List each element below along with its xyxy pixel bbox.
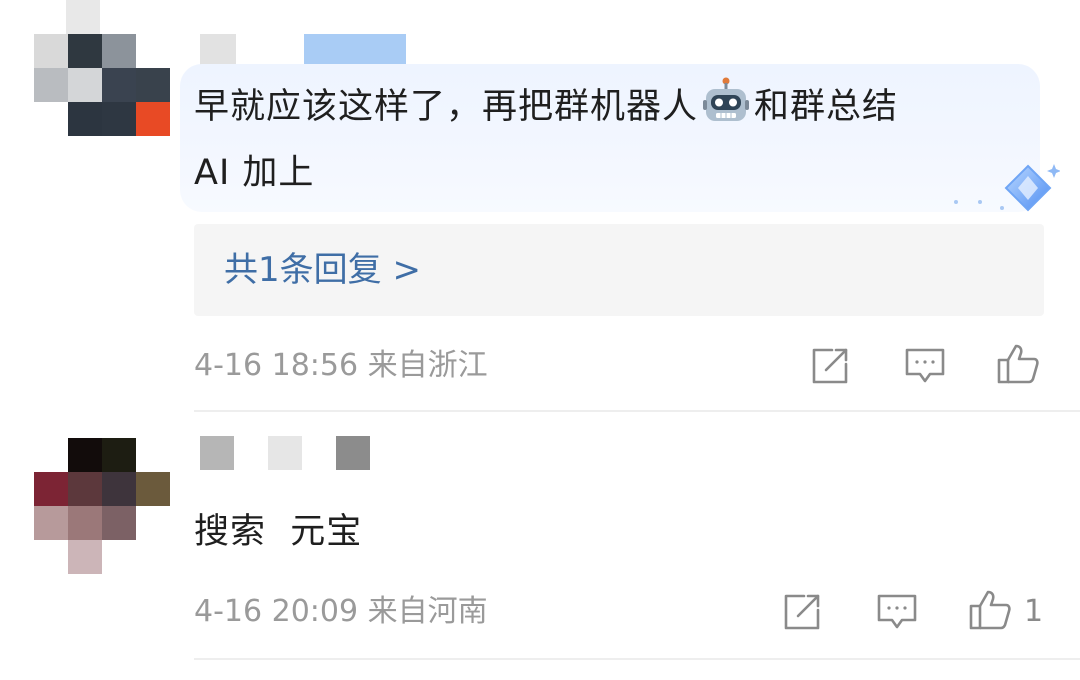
view-replies-button[interactable]: 共1条回复 > xyxy=(194,224,1044,316)
comment-date: 4-16 20:09 xyxy=(194,594,359,629)
comment-item: 早就应该这样了，再把群机器人 和群总结 AI 加上 共1条回复 > 4-16 1… xyxy=(0,0,1080,412)
view-replies-label: 共1条回复 > xyxy=(224,250,421,290)
thumbs-up-icon[interactable] xyxy=(968,588,1012,632)
like-count: 1 xyxy=(1024,594,1044,629)
thumbs-up-icon[interactable] xyxy=(996,342,1040,386)
divider xyxy=(194,658,1080,660)
comment-text-line1-after: 和群总结 xyxy=(754,87,899,127)
comment-text-line2: AI 加上 xyxy=(194,153,315,193)
comment-icon[interactable] xyxy=(904,346,946,386)
comment-text: 早就应该这样了，再把群机器人 和群总结 AI 加上 xyxy=(194,76,1024,203)
comment-location: 来自河南 xyxy=(367,594,488,629)
comment-location: 来自浙江 xyxy=(367,348,488,383)
share-icon[interactable] xyxy=(810,346,850,386)
username[interactable] xyxy=(200,436,380,470)
comment-date: 4-16 18:56 xyxy=(194,348,359,383)
robot-emoji-icon xyxy=(702,76,750,143)
comment-meta: 4-16 18:56 来自浙江 xyxy=(194,346,488,386)
comment-meta: 4-16 20:09 来自河南 xyxy=(194,592,488,632)
ai-diamond-badge-icon xyxy=(950,160,1061,220)
avatar[interactable] xyxy=(34,0,170,136)
avatar[interactable] xyxy=(34,438,170,574)
share-icon[interactable] xyxy=(782,592,822,632)
comment-text: 搜索 元宝 xyxy=(194,512,363,552)
username[interactable] xyxy=(200,34,410,68)
comment-item: 搜索 元宝 4-16 20:09 来自河南 1 xyxy=(0,412,1080,680)
comment-icon[interactable] xyxy=(876,592,918,632)
comment-text-line1: 早就应该这样了，再把群机器人 xyxy=(194,87,699,127)
